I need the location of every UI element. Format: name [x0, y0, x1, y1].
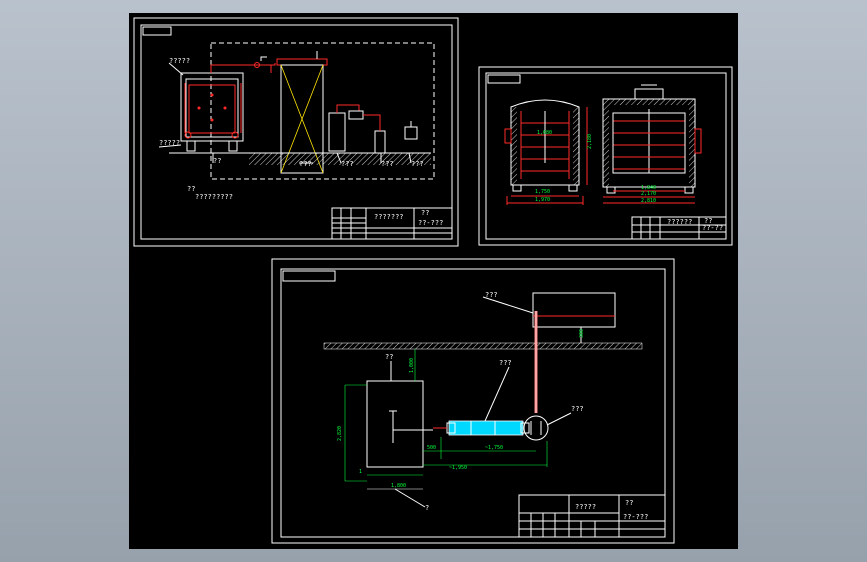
dim-right-width-mid: 2,170 — [641, 191, 656, 197]
cad-model-space: ????? ????? ?? ??? ??? ??? ??? ?? ??????… — [129, 13, 738, 549]
dim-vertical-left: 2,820 — [337, 426, 343, 441]
dim-right-width-outer: 2,810 — [641, 198, 656, 204]
title-block-drawing-no: ?? — [625, 499, 633, 507]
drawing-svg: ????? ????? ?? ??? ??? ??? ??? ?? ??????… — [133, 17, 733, 544]
freeze-chamber-door — [185, 78, 239, 138]
dim-left-height: 2,180 — [587, 134, 593, 149]
leader-line — [484, 366, 510, 422]
dim-long-total: ~1,950 — [449, 465, 467, 471]
sheet-1-title-block: ??????? ?? ??-??? — [331, 207, 453, 240]
sheet-2-title-block: ?????? ?? ??-?? — [631, 216, 727, 240]
label-fan: ??? — [571, 405, 584, 413]
heater-tube — [448, 420, 524, 436]
condenser-header — [276, 58, 328, 66]
floor-slab — [249, 153, 431, 165]
note-title: ?? — [187, 185, 195, 193]
port-dot — [210, 93, 214, 97]
valve-handle — [260, 56, 267, 61]
refrigeration-unit — [328, 112, 346, 152]
sheet-3-inner-border — [280, 268, 666, 538]
label-top-box: ??? — [485, 291, 498, 299]
chamber-leg — [186, 140, 196, 152]
label-condenser: ??? — [299, 160, 312, 168]
top-equipment-box — [532, 292, 616, 328]
sheet-3-heating-layout[interactable]: ??? 300 ?? ??? ??? 2,820 1,000 1,800 1 5… — [271, 258, 675, 544]
label-unit-3: ??? — [381, 160, 394, 168]
title-block-code: ??-??? — [418, 219, 443, 227]
dim-left-width-outer: 1,970 — [535, 197, 550, 203]
label-chamber-left: ????? — [159, 139, 180, 147]
dim-vertical-top: 1,000 — [409, 358, 415, 373]
chamber-leg — [228, 140, 238, 152]
note-body: ????????? — [195, 193, 233, 201]
title-block-code: ??-??? — [623, 513, 648, 521]
dim-step: 1 — [359, 469, 362, 475]
port-dot — [210, 118, 214, 122]
drying-room — [366, 380, 424, 468]
chamber-condenser-pipe — [210, 63, 276, 73]
label-chamber-bottom: ?? — [213, 157, 221, 165]
sheet-2-chamber-sections[interactable]: 1,750 1,970 1,680 2,180 1,840 2,170 2,81… — [478, 66, 733, 246]
label-unit-4: ??? — [411, 160, 424, 168]
sheet-3-outer-border — [271, 258, 675, 544]
freeze-chamber-frame — [188, 84, 236, 134]
dim-long: ~1,750 — [485, 445, 503, 451]
dim-left-mid: 1,680 — [537, 130, 552, 136]
dim-gap: 300 — [579, 329, 585, 338]
title-block-name: ??????? — [374, 213, 404, 221]
sheet-3-title-block: ????? ?? ??-??? — [518, 494, 666, 538]
port-dot — [197, 106, 201, 110]
leader-line — [546, 412, 572, 426]
dim-base: 1,800 — [391, 483, 406, 489]
label-room: ?? — [385, 353, 393, 361]
label-vacuum-pump: ????? — [169, 57, 190, 65]
freeze-chamber — [180, 72, 244, 142]
oil-separator — [374, 130, 386, 154]
port-dot — [223, 106, 227, 110]
fan-housing — [523, 415, 549, 441]
label-heater: ??? — [499, 359, 512, 367]
title-block-name: ?????? — [667, 218, 692, 226]
roof-slab — [323, 342, 643, 350]
dim-left-width-inner: 1,750 — [535, 189, 550, 195]
sheet-3-tag-box — [282, 270, 336, 282]
title-block-drawing-no: ?? — [421, 209, 429, 217]
sheet-1-system-diagram[interactable]: ????? ????? ?? ??? ??? ??? ??? ?? ??????… — [133, 17, 459, 247]
sheet-1-outer-border — [133, 17, 459, 247]
label-bottom: ? — [425, 504, 429, 512]
separator-pipe — [363, 114, 381, 131]
leader-line — [394, 488, 426, 508]
refrigeration-pipe — [336, 104, 360, 113]
compressor-head — [348, 110, 364, 120]
title-block-name: ????? — [575, 503, 596, 511]
control-box — [404, 126, 418, 140]
sheet-2-tag-box — [487, 74, 521, 84]
leader-line — [482, 296, 534, 314]
dim-short: 500 — [427, 445, 436, 451]
label-unit-2: ??? — [341, 160, 354, 168]
sheet-1-tag-box — [142, 26, 172, 36]
title-block-code: ??-?? — [702, 224, 723, 232]
